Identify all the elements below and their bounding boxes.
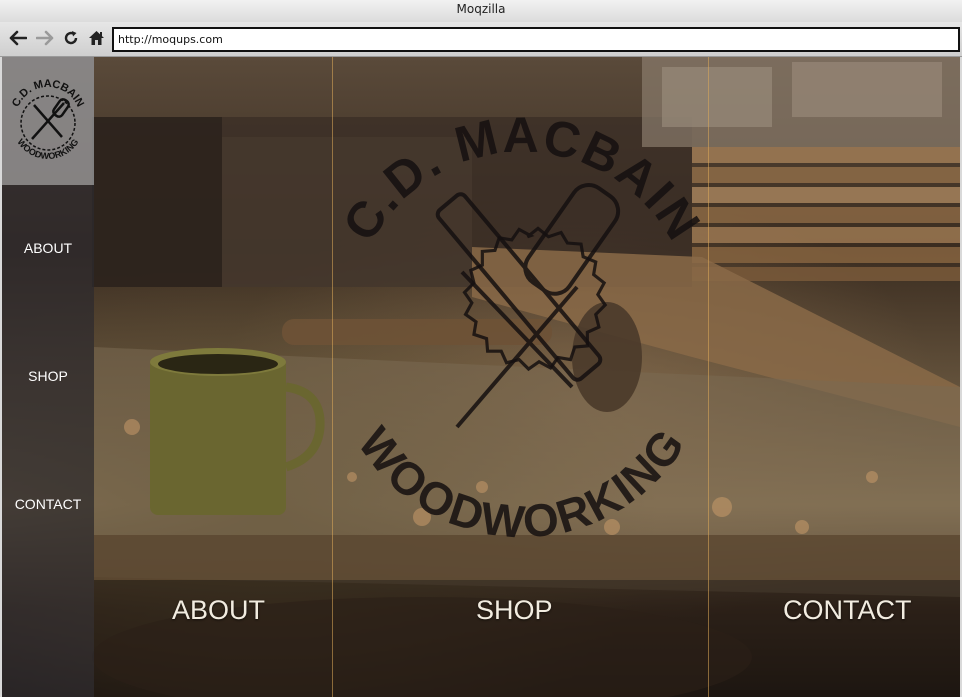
hero-link-about[interactable]: ABOUT bbox=[172, 595, 265, 626]
url-input[interactable] bbox=[112, 27, 960, 52]
hero-logo-bottom-text: WOODWORKING bbox=[348, 418, 693, 549]
sidebar-item-contact[interactable]: CONTACT bbox=[2, 496, 94, 512]
svg-text:WOODWORKING: WOODWORKING bbox=[348, 418, 695, 549]
back-arrow-icon[interactable] bbox=[8, 28, 28, 48]
window-title: Moqzilla bbox=[0, 0, 962, 22]
sidebar-logo[interactable]: C.D. MACBAIN WOODWORKING bbox=[2, 57, 94, 185]
browser-toolbar bbox=[0, 22, 962, 57]
sidebar-item-shop[interactable]: SHOP bbox=[2, 368, 94, 384]
svg-text:C.D. MACBAIN: C.D. MACBAIN bbox=[10, 78, 86, 109]
home-icon[interactable] bbox=[86, 28, 106, 48]
svg-text:C.D. MACBAIN: C.D. MACBAIN bbox=[332, 107, 712, 251]
sidebar: C.D. MACBAIN WOODWORKING ABOUT SHOP CONT… bbox=[2, 57, 94, 697]
sidebar-logo-bottom-text: WOODWORKING bbox=[15, 137, 80, 161]
reload-icon[interactable] bbox=[61, 28, 81, 48]
hero-logo-top-text: C.D. MACBAIN bbox=[332, 107, 710, 251]
logo-image: C.D. MACBAIN WOODWORKING bbox=[10, 78, 86, 161]
hero-link-shop[interactable]: SHOP bbox=[476, 595, 553, 626]
hero-logo: C.D. MACBAIN WOODWORKING bbox=[332, 107, 712, 549]
sidebar-item-about[interactable]: ABOUT bbox=[2, 240, 94, 256]
hero-link-contact[interactable]: CONTACT bbox=[783, 595, 912, 626]
forward-arrow-icon[interactable] bbox=[35, 28, 55, 48]
sidebar-logo-top-text: C.D. MACBAIN bbox=[10, 78, 86, 109]
page-viewport: C.D. MACBAIN WOODWORKING ABOUT SHOP CONT… bbox=[2, 57, 960, 697]
svg-text:WOODWORKING: WOODWORKING bbox=[15, 137, 80, 161]
